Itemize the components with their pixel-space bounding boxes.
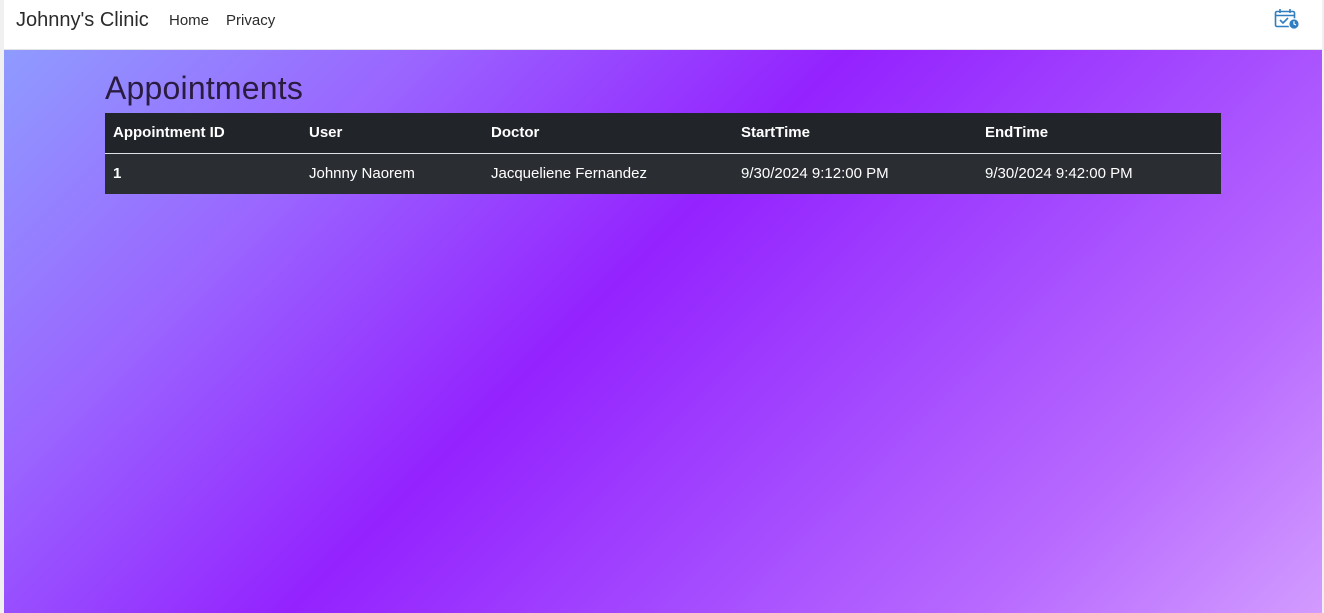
brand-link[interactable]: Johnny's Clinic: [16, 9, 149, 32]
column-header-start-time: StartTime: [733, 113, 977, 154]
table-header-row: Appointment ID User Doctor StartTime End…: [105, 113, 1221, 154]
nav-link-privacy[interactable]: Privacy: [226, 12, 275, 29]
page-title: Appointments: [105, 70, 304, 106]
cell-start-time: 9/30/2024 9:12:00 PM: [733, 153, 977, 194]
nav-link-home[interactable]: Home: [169, 12, 209, 29]
column-header-doctor: Doctor: [483, 113, 733, 154]
column-header-appointment-id: Appointment ID: [105, 113, 301, 154]
appointments-table-wrapper: Appointment ID User Doctor StartTime End…: [105, 113, 1221, 194]
table-row: 1 Johnny Naorem Jacqueliene Fernandez 9/…: [105, 153, 1221, 194]
nav-links: Home Privacy: [169, 12, 275, 29]
cell-doctor: Jacqueliene Fernandez: [483, 153, 733, 194]
column-header-user: User: [301, 113, 483, 154]
cell-end-time: 9/30/2024 9:42:00 PM: [977, 153, 1221, 194]
column-header-end-time: EndTime: [977, 113, 1221, 154]
main-content: Appointments Appointment ID User Doctor …: [4, 50, 1322, 613]
calendar-button[interactable]: [1274, 8, 1300, 30]
top-navbar: Johnny's Clinic Home Privacy: [4, 0, 1322, 50]
cell-user: Johnny Naorem: [301, 153, 483, 194]
cell-appointment-id: 1: [105, 153, 301, 194]
calendar-clock-icon: [1274, 9, 1300, 30]
appointments-table: Appointment ID User Doctor StartTime End…: [105, 113, 1221, 194]
